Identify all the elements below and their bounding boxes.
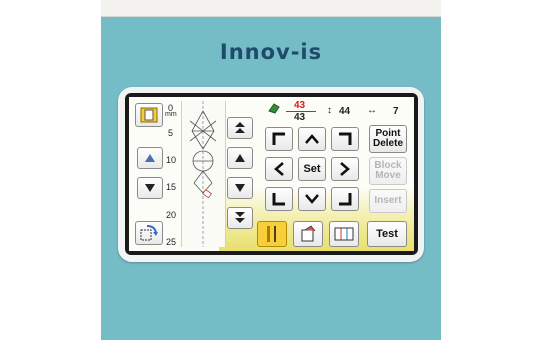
block-move-label-2: Move [375,170,401,181]
ruler-tick-0: 0 [168,103,174,113]
stitch-length-value: 44 [339,106,351,117]
ruler-tick-20: 20 [166,210,177,220]
jump-up-button[interactable] [227,117,253,139]
nav-down-right-button[interactable] [331,187,359,211]
jump-down-button[interactable] [227,207,253,229]
chevron-up-icon [305,134,319,144]
ruler-tick-10: 10 [166,155,177,165]
nav-down-left-button[interactable] [265,187,293,211]
nav-up-button[interactable] [298,127,326,151]
point-delete-button[interactable]: Point Delete [369,125,407,153]
machine-top-band [101,0,441,17]
ruler-tick-15: 15 [166,182,177,192]
nav-up-left-button[interactable] [265,127,293,151]
test-button[interactable]: Test [367,221,407,247]
stitch-pattern-drawing [189,101,217,247]
stitch-mode-button[interactable] [257,221,287,247]
corner-up-right-icon [339,132,352,145]
ruler-tick-5: 5 [168,128,174,138]
stitch-counter-current: 43 [294,100,306,111]
pattern-layout-icon [334,227,354,241]
scroll-down-button[interactable] [137,177,163,199]
nav-left-button[interactable] [265,157,293,181]
color-fill-icon [301,225,316,242]
chevron-left-icon [274,162,284,176]
lcd-screen: mm 0 5 10 15 20 25 43 43 ↕ 44 ↔ 7 Set Po… [129,97,414,251]
scroll-up-button[interactable] [137,147,163,169]
nav-up-right-button[interactable] [331,127,359,151]
ruler-tick-25: 25 [166,237,177,247]
double-triangle-up-icon [235,122,245,133]
view-toggle-button[interactable] [135,103,163,127]
block-move-button[interactable]: Block Move [369,157,407,185]
triangle-down-icon [235,184,245,192]
point-delete-label-2: Delete [372,138,403,149]
triangle-up-icon [145,154,155,162]
stitch-mode-icon [267,226,276,242]
set-button[interactable]: Set [298,157,326,181]
chevron-down-icon [305,194,319,204]
brand-logo: Innov-is [219,40,323,64]
pattern-rotate-button[interactable] [135,221,163,245]
double-triangle-down-icon [235,212,245,223]
stitch-preview [181,101,226,247]
presser-foot-icon [267,102,281,114]
triangle-up-icon [235,154,245,162]
corner-down-right-icon [339,193,352,206]
stitch-width-icon: ↔ [367,105,377,116]
nav-down-button[interactable] [298,187,326,211]
insert-button[interactable]: Insert [369,189,407,213]
stitch-counter-total: 43 [294,112,306,123]
triangle-down-icon [145,184,155,192]
pattern-layout-button[interactable] [329,221,359,247]
color-fill-button[interactable] [293,221,323,247]
stitch-length-icon: ↕ [327,105,332,116]
view-toggle-icon [140,107,158,123]
step-down-button[interactable] [227,177,253,199]
nav-right-button[interactable] [331,157,359,181]
stitch-width-value: 7 [393,106,399,117]
corner-down-left-icon [272,193,285,206]
step-up-button[interactable] [227,147,253,169]
chevron-right-icon [340,162,350,176]
pattern-rotate-icon [140,225,158,241]
corner-up-left-icon [272,132,285,145]
